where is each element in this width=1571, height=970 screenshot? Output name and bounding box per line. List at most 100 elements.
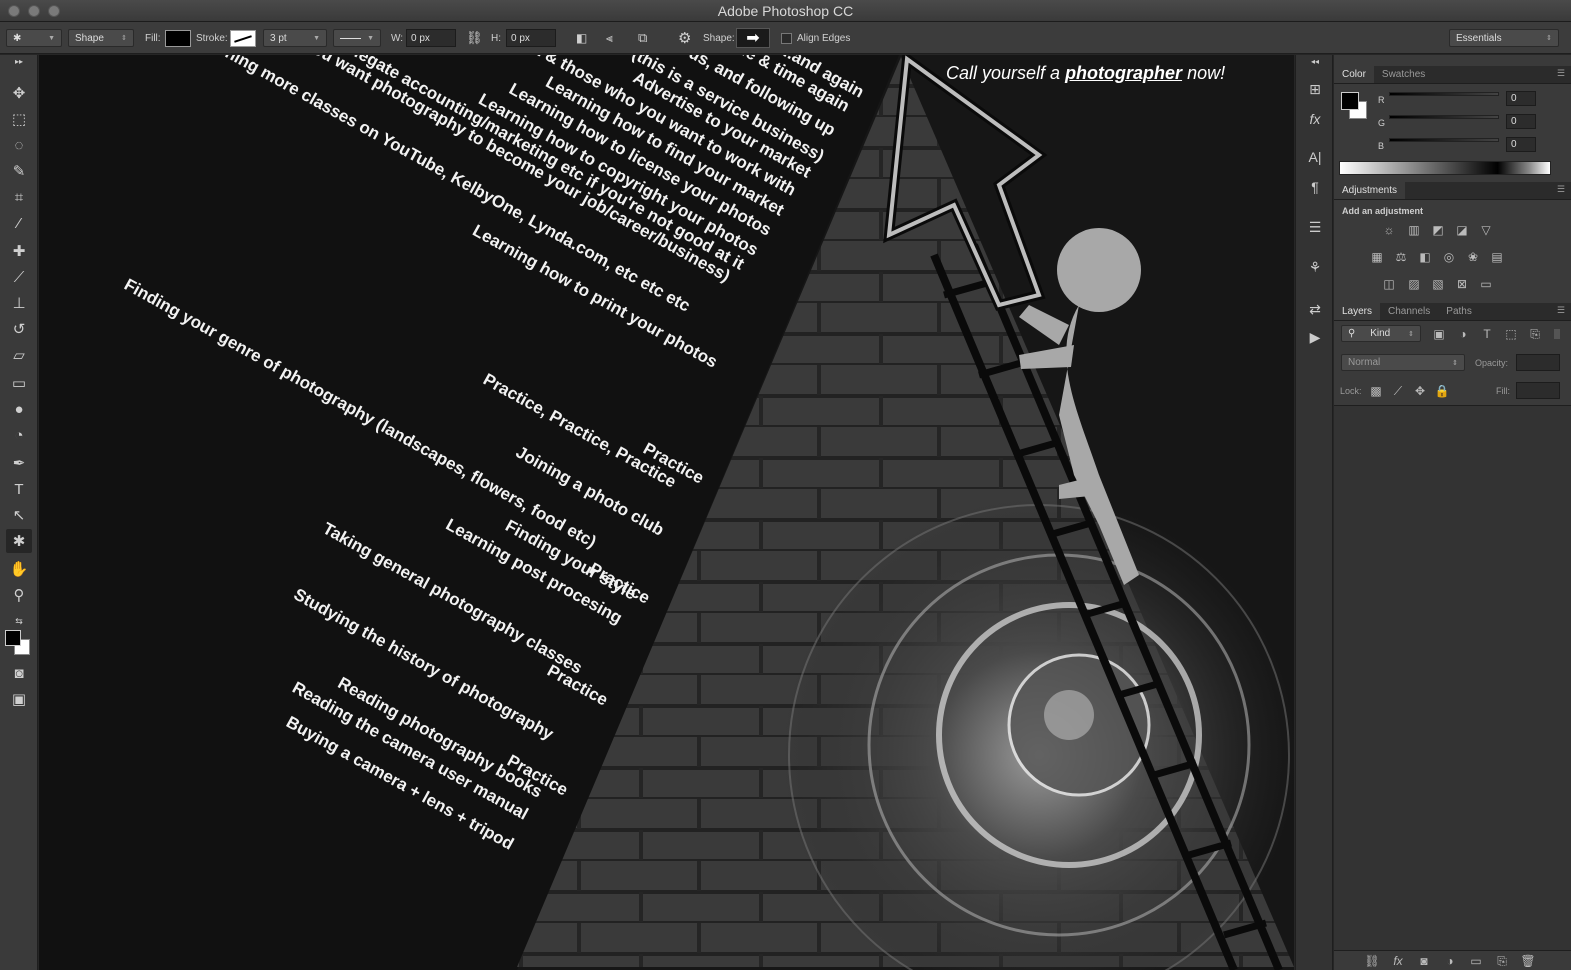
fill-swatch[interactable] [165, 29, 191, 47]
filter-smart-objects-icon[interactable]: ⎘ [1527, 327, 1543, 341]
opacity-input[interactable] [1516, 354, 1560, 371]
channel-mixer-icon[interactable]: ❀ [1465, 250, 1481, 264]
collapse-dock-icon[interactable]: ◂◂ [1304, 55, 1326, 67]
channel-b-input[interactable]: 0 [1506, 137, 1536, 152]
crop-tool-icon[interactable]: ⌗ [6, 185, 32, 209]
new-adjustment-layer-icon[interactable]: ◑ [1442, 954, 1458, 968]
lock-transparent-pixels-icon[interactable]: ▩ [1368, 384, 1384, 398]
type-tool-icon[interactable]: T [6, 477, 32, 501]
shape-picker-arrow-icon[interactable]: ➡ [736, 28, 770, 48]
path-operations-icon[interactable]: ◧ [576, 31, 587, 45]
history-brush-tool-icon[interactable]: ↺ [6, 317, 32, 341]
stroke-swatch[interactable] [230, 29, 256, 47]
history-panel-icon[interactable]: ⊞ [1304, 79, 1326, 99]
tool-presets-panel-icon[interactable]: ⚘ [1304, 257, 1326, 277]
move-tool-icon[interactable]: ✥ [6, 81, 32, 105]
eyedropper-tool-icon[interactable]: ⁄ [6, 211, 32, 235]
healing-brush-tool-icon[interactable]: ✚ [6, 239, 32, 263]
width-input[interactable]: 0 px [406, 29, 456, 47]
collapse-tools-icon[interactable]: ▸▸ [6, 55, 32, 67]
workspace-select[interactable]: Essentials ⇕ [1449, 29, 1559, 47]
height-input[interactable]: 0 px [506, 29, 556, 47]
delete-layer-icon[interactable]: 🗑 [1520, 954, 1536, 968]
brush-tool-icon[interactable]: ⟋ [6, 265, 32, 289]
tab-channels[interactable]: Channels [1380, 303, 1438, 320]
minimize-window-button[interactable] [28, 5, 40, 17]
levels-icon[interactable]: ▥ [1406, 223, 1422, 237]
new-layer-icon[interactable]: ⎘ [1494, 954, 1510, 968]
filter-pixel-layers-icon[interactable]: ▣ [1431, 327, 1447, 341]
hand-tool-icon[interactable]: ✋ [6, 557, 32, 581]
channel-g-input[interactable]: 0 [1506, 114, 1536, 129]
fill-opacity-input[interactable] [1516, 382, 1560, 399]
curves-icon[interactable]: ◩ [1430, 223, 1446, 237]
document-canvas[interactable]: Call yourself a photographer now! ....an… [39, 55, 1294, 970]
tab-layers[interactable]: Layers [1334, 303, 1381, 320]
color-spectrum-ramp[interactable] [1339, 161, 1551, 175]
close-window-button[interactable] [8, 5, 20, 17]
channel-r-input[interactable]: 0 [1506, 91, 1536, 106]
color-balance-icon[interactable]: ⚖ [1393, 250, 1409, 264]
tab-color[interactable]: Color [1334, 66, 1374, 83]
quick-mask-icon[interactable]: ◙ [6, 661, 32, 685]
channel-g-slider[interactable] [1389, 115, 1499, 119]
lock-all-icon[interactable]: 🔒 [1434, 384, 1450, 398]
tab-paths[interactable]: Paths [1438, 303, 1480, 320]
layer-style-icon[interactable]: fx [1390, 954, 1406, 968]
threshold-icon[interactable]: ▧ [1430, 277, 1446, 291]
gear-icon[interactable]: ⚙ [678, 29, 691, 47]
dodge-tool-icon[interactable]: ◔ [6, 423, 32, 447]
zoom-tool-icon[interactable]: ⚲ [6, 583, 32, 607]
selective-color-icon[interactable]: ⊠ [1454, 277, 1470, 291]
black-white-icon[interactable]: ◧ [1417, 250, 1433, 264]
posterize-icon[interactable]: ▨ [1406, 277, 1422, 291]
eraser-tool-icon[interactable]: ▱ [6, 343, 32, 367]
panel-menu-icon[interactable]: ☰ [1557, 305, 1565, 316]
link-dimensions-icon[interactable]: ⛓ [466, 30, 483, 46]
layer-filter-select[interactable]: ⚲ Kind ⇕ [1341, 325, 1421, 342]
blur-tool-icon[interactable]: ● [6, 397, 32, 421]
gradient-map-icon[interactable]: ▭ [1478, 277, 1494, 291]
tool-preset-picker[interactable]: ✱ ▼ [6, 29, 62, 47]
play-action-icon[interactable]: ▶ [1304, 327, 1326, 347]
panel-menu-icon[interactable]: ☰ [1557, 68, 1565, 79]
exposure-icon[interactable]: ◪ [1454, 223, 1470, 237]
filter-shape-layers-icon[interactable]: ⬚ [1503, 327, 1519, 341]
custom-shape-tool-icon[interactable]: ✱ [6, 529, 32, 553]
styles-panel-icon[interactable]: fx [1304, 109, 1326, 129]
path-selection-tool-icon[interactable]: ↖ [6, 503, 32, 527]
character-panel-icon[interactable]: A| [1304, 147, 1326, 167]
tab-adjustments[interactable]: Adjustments [1334, 182, 1406, 199]
clone-stamp-tool-icon[interactable]: ⊥ [6, 291, 32, 315]
photo-filter-icon[interactable]: ◎ [1441, 250, 1457, 264]
lock-image-pixels-icon[interactable]: ⟋ [1390, 384, 1406, 398]
align-edges-checkbox[interactable] [781, 32, 792, 44]
layers-list[interactable] [1334, 405, 1571, 950]
gradient-tool-icon[interactable]: ▭ [6, 371, 32, 395]
timeline-panel-icon[interactable]: ⇄ [1304, 299, 1326, 319]
new-group-icon[interactable]: ▭ [1468, 954, 1484, 968]
filter-toggle-switch[interactable] [1554, 329, 1560, 339]
paragraph-panel-icon[interactable]: ¶ [1304, 177, 1326, 197]
stroke-type-select[interactable]: ▼ [333, 29, 381, 47]
filter-type-layers-icon[interactable]: T [1479, 327, 1495, 341]
invert-icon[interactable]: ◫ [1381, 277, 1397, 291]
path-alignment-icon[interactable]: ⫷ [606, 31, 613, 46]
screen-mode-icon[interactable]: ▣ [6, 687, 32, 711]
link-layers-icon[interactable]: ⛓ [1364, 954, 1380, 968]
foreground-color-swatch[interactable] [5, 630, 21, 646]
pen-tool-icon[interactable]: ✒ [6, 451, 32, 475]
channel-r-slider[interactable] [1389, 92, 1499, 96]
color-foreground-swatch[interactable] [1341, 92, 1359, 110]
properties-panel-icon[interactable]: ☰ [1304, 217, 1326, 237]
panel-menu-icon[interactable]: ☰ [1557, 184, 1565, 195]
quick-select-tool-icon[interactable]: ✎ [6, 159, 32, 183]
path-arrangement-icon[interactable]: ⧉ [638, 30, 647, 46]
mode-select[interactable]: Shape ⇕ [68, 29, 134, 47]
filter-adjustment-layers-icon[interactable]: ◑ [1455, 327, 1471, 341]
add-mask-icon[interactable]: ◙ [1416, 954, 1432, 968]
stroke-width-select[interactable]: 3 pt ▼ [263, 29, 327, 47]
channel-b-slider[interactable] [1389, 138, 1499, 142]
lasso-tool-icon[interactable]: ◌ [6, 133, 32, 157]
zoom-window-button[interactable] [48, 5, 60, 17]
